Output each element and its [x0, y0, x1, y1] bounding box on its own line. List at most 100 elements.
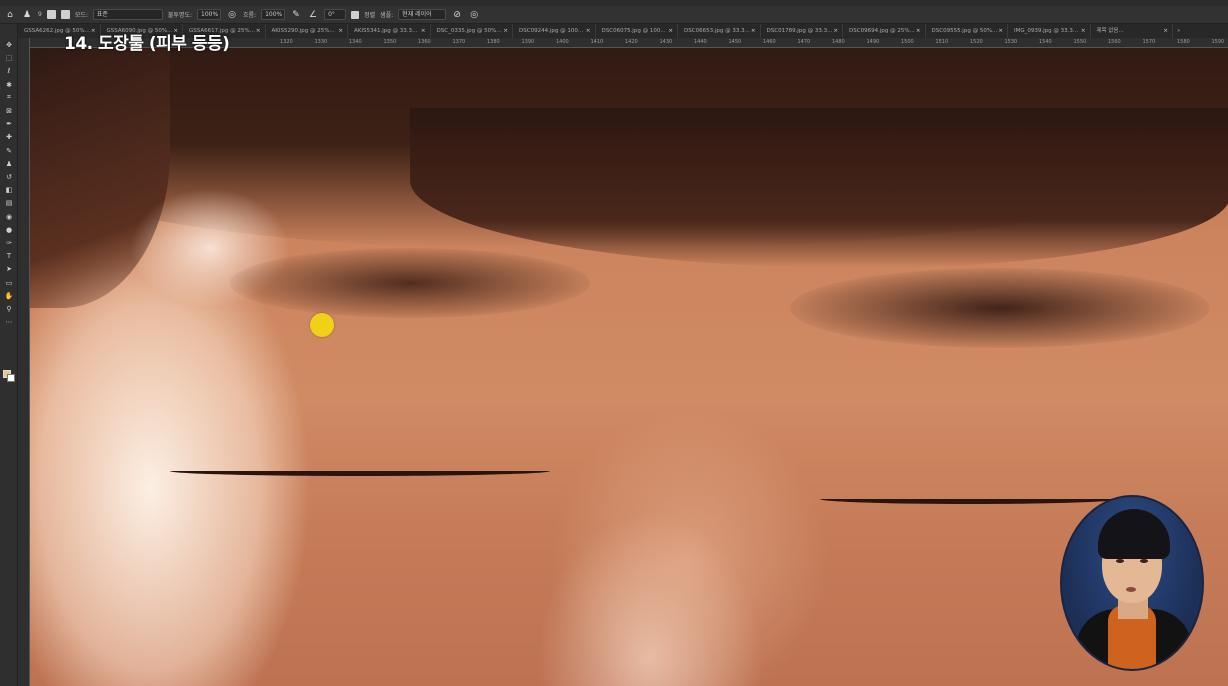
document-tab[interactable]: AKIS5341.jpg @ 33.3... × — [348, 24, 431, 38]
opacity-field[interactable]: 100% — [197, 9, 221, 20]
pressure-size-icon[interactable]: ◎ — [468, 9, 480, 21]
home-icon[interactable]: ⌂ — [4, 9, 16, 21]
document-tab[interactable]: DSC09555.jpg @ 50%... × — [926, 24, 1008, 38]
ruler-tick-label: 1390 — [521, 39, 535, 45]
document-tab[interactable]: DSC01789.jpg @ 33.3... × — [761, 24, 843, 38]
ruler-tick-label: 1590 — [1211, 39, 1225, 45]
pressure-opacity-icon[interactable]: ◎ — [226, 9, 238, 21]
frame-icon[interactable]: ⊠ — [4, 106, 14, 116]
hand-icon[interactable]: ✋ — [4, 291, 14, 301]
document-tab[interactable]: AKIS5290.jpg @ 25%... × — [266, 24, 348, 38]
eyedropper-icon[interactable]: ✒ — [4, 119, 14, 129]
ruler-tick-label: 1470 — [797, 39, 811, 45]
document-tab-label: DSC06075.jpg @ 100... — [601, 28, 666, 34]
clone-stamp-icon[interactable]: ♟ — [4, 159, 14, 169]
aligned-checkbox[interactable] — [351, 10, 360, 19]
history-brush-icon[interactable]: ↺ — [4, 172, 14, 182]
airbrush-icon[interactable]: ✎ — [290, 9, 302, 21]
tools-panel: ✥ ⬚ ℓ ✱ ⌗ ⊠ ✒ ✚ ✎ ♟ ↺ ◧ ▤ ◉ ● ✑ T ➤ ▭ ✋ ⚲ ⋯ — [0, 24, 18, 686]
presenter-hair — [1098, 509, 1170, 559]
stamp-tool-icon[interactable]: ♟ — [21, 9, 33, 21]
ruler-tick-label: 1430 — [659, 39, 673, 45]
ruler-tick-label: 1370 — [452, 39, 466, 45]
close-tab-icon[interactable]: × — [503, 24, 508, 38]
ruler-tick-label: 1320 — [280, 39, 293, 45]
presenter-mouth — [1126, 587, 1136, 592]
opacity-label: 불투명도: — [167, 12, 192, 19]
close-tab-icon[interactable]: × — [833, 24, 838, 38]
more-icon[interactable]: ⋯ — [4, 317, 14, 327]
document-tab[interactable]: 제목 없음... × — [1091, 24, 1173, 38]
angle-field[interactable]: 0° — [324, 9, 347, 20]
ruler-tick-label: 1490 — [866, 39, 880, 45]
dodge-icon[interactable]: ● — [4, 225, 14, 235]
rectangle-icon[interactable]: ▭ — [4, 278, 14, 288]
vertical-ruler — [18, 38, 30, 686]
flow-field[interactable]: 100% — [261, 9, 286, 20]
close-tab-icon[interactable]: × — [1081, 24, 1086, 38]
nose-shading — [550, 408, 830, 686]
document-tab-label: DSC01789.jpg @ 33.3... — [766, 28, 833, 34]
document-tab[interactable]: DSC06075.jpg @ 100... × — [596, 24, 678, 38]
sample-label: 샘플: — [380, 12, 394, 19]
ruler-tick-label: 1540 — [1039, 39, 1052, 45]
ruler-tick-label: 1440 — [694, 39, 707, 45]
move-icon[interactable]: ✥ — [4, 40, 14, 50]
type-icon[interactable]: T — [4, 251, 14, 261]
document-tab[interactable]: IMG_0939.jpg @ 33.3... × — [1008, 24, 1091, 38]
lasso-icon[interactable]: ℓ — [4, 66, 14, 76]
document-tab[interactable]: DSC09244.jpg @ 100... × — [513, 24, 596, 38]
step-title: 14. 도장툴 (피부 등등) — [64, 34, 230, 54]
brush-settings-icon[interactable] — [46, 10, 56, 19]
document-tab[interactable]: DSC09694.jpg @ 25%... × — [843, 24, 926, 38]
document-tab-label: DSC09555.jpg @ 50%... — [931, 28, 998, 34]
blur-icon[interactable]: ◉ — [4, 212, 14, 222]
ruler-tick-label: 1400 — [556, 39, 569, 45]
sample-dropdown[interactable]: 현재 레이어 — [398, 9, 447, 20]
close-tab-icon[interactable]: × — [338, 24, 343, 38]
tabs-overflow-button[interactable]: » — [1173, 24, 1193, 38]
brush-icon[interactable]: ✎ — [4, 146, 14, 156]
mode-dropdown[interactable]: 표준 — [92, 9, 163, 20]
flow-label: 흐름: — [243, 12, 257, 19]
path-select-icon[interactable]: ➤ — [4, 264, 14, 274]
close-tab-icon[interactable]: × — [916, 24, 921, 38]
clone-source-icon[interactable] — [60, 10, 70, 19]
document-tab-label: DSC_0335.jpg @ 50%... — [436, 28, 502, 34]
close-tab-icon[interactable]: × — [751, 24, 756, 38]
document-tab-label: DSC09244.jpg @ 100... — [519, 28, 584, 34]
document-tab-label: AKIS5341.jpg @ 33.3... — [354, 28, 418, 34]
ruler-tick-label: 1420 — [625, 39, 638, 45]
document-tab-label: DSC06653.jpg @ 33.3... — [684, 28, 750, 34]
gradient-icon[interactable]: ▤ — [4, 198, 14, 208]
ruler-tick-label: 1480 — [832, 39, 845, 45]
angle-icon: ∠ — [309, 9, 318, 20]
ruler-tick-label: 1360 — [418, 39, 431, 45]
crop-icon[interactable]: ⌗ — [4, 93, 14, 103]
ruler-tick-label: 1330 — [314, 39, 328, 45]
healing-icon[interactable]: ✚ — [4, 132, 14, 142]
ruler-tick-label: 1350 — [383, 39, 397, 45]
quick-select-icon[interactable]: ✱ — [4, 80, 14, 90]
brush-size[interactable]: 9 — [38, 11, 42, 18]
ignore-adjustment-icon[interactable]: ⊘ — [451, 9, 463, 21]
eraser-icon[interactable]: ◧ — [4, 185, 14, 195]
zoom-icon[interactable]: ⚲ — [4, 304, 14, 314]
close-tab-icon[interactable]: × — [1163, 24, 1168, 38]
close-tab-icon[interactable]: × — [421, 24, 426, 38]
background-color-swatch[interactable] — [7, 374, 15, 382]
document-tab[interactable]: DSC_0335.jpg @ 50%... × — [431, 24, 513, 38]
pen-icon[interactable]: ✑ — [4, 238, 14, 248]
document-tab[interactable]: DSC06653.jpg @ 33.3... × — [678, 24, 761, 38]
presenter-eye — [1140, 559, 1148, 563]
close-tab-icon[interactable]: × — [586, 24, 591, 38]
close-tab-icon[interactable]: × — [256, 24, 261, 38]
marquee-icon[interactable]: ⬚ — [4, 53, 14, 63]
ruler-tick-label: 1530 — [1004, 39, 1018, 45]
document-canvas[interactable] — [30, 48, 1228, 686]
close-tab-icon[interactable]: × — [668, 24, 673, 38]
close-tab-icon[interactable]: × — [998, 24, 1003, 38]
ruler-tick-label: 1580 — [1177, 39, 1190, 45]
left-eyebrow — [230, 248, 590, 318]
document-tab-label: IMG_0939.jpg @ 33.3... — [1014, 28, 1079, 34]
